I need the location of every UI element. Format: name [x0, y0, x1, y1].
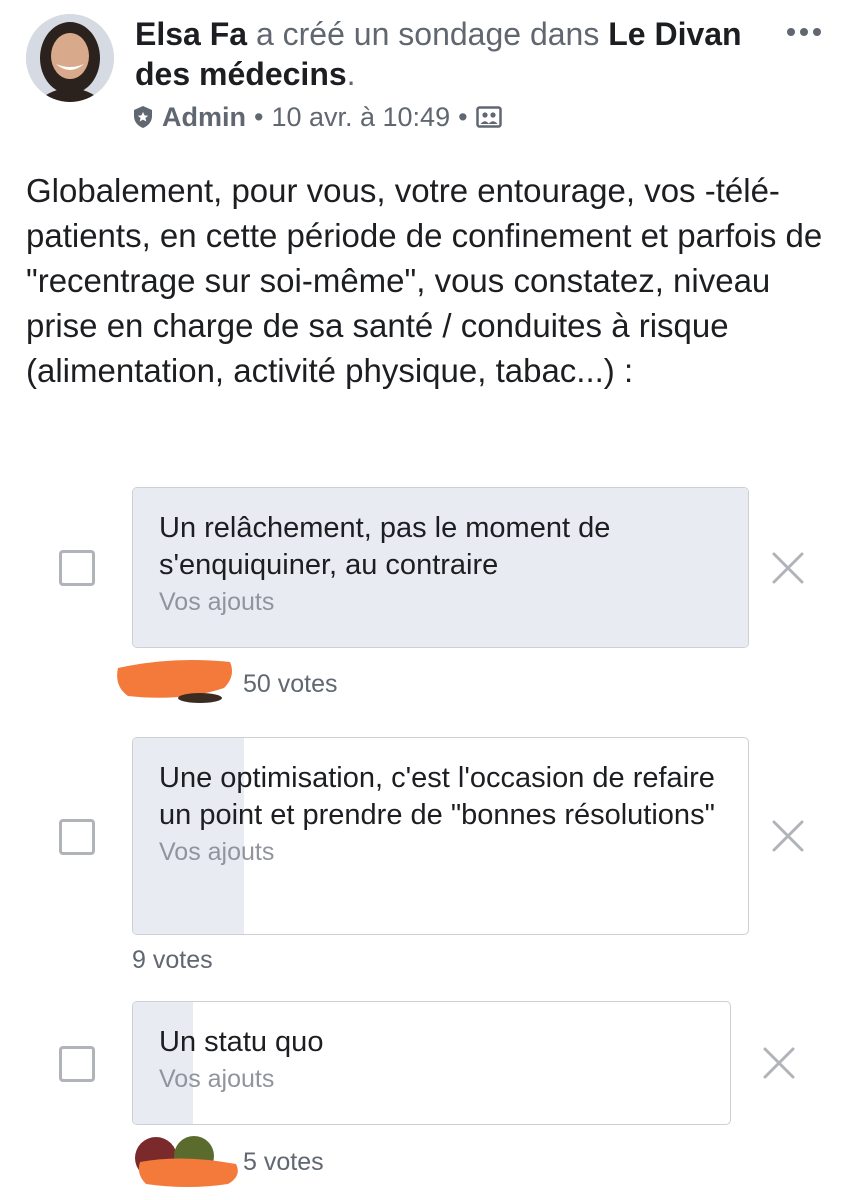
redaction-scribble: [135, 1136, 238, 1187]
option-1-voters-redacted: [112, 654, 236, 704]
option-2-votes[interactable]: 9 votes: [132, 946, 213, 975]
option-3-votes[interactable]: 5 votes: [243, 1148, 324, 1177]
redaction-scribble: [117, 660, 232, 703]
post-meta: Admin • 10 avr. à 10:49 •: [132, 100, 502, 134]
option-3-sub[interactable]: Vos ajouts: [159, 1061, 710, 1097]
option-2-checkbox[interactable]: [59, 819, 95, 855]
option-3-close-icon[interactable]: [762, 1046, 796, 1080]
option-1-sub[interactable]: Vos ajouts: [159, 584, 728, 620]
poll-option-1[interactable]: Un relâchement, pas le moment de s'enqui…: [132, 487, 749, 648]
group-audience-icon: [475, 106, 502, 128]
option-2-label: Une optimisation, c'est l'occasion de re…: [159, 762, 715, 831]
poll-option-2[interactable]: Une optimisation, c'est l'occasion de re…: [132, 737, 749, 935]
option-1-votes[interactable]: 50 votes: [243, 670, 338, 699]
author-avatar[interactable]: [26, 14, 114, 102]
poll-option-3[interactable]: Un statu quo Vos ajouts: [132, 1001, 731, 1125]
poll-question: Globalement, pour vous, votre entourage,…: [26, 172, 823, 389]
option-2-close-icon[interactable]: [771, 819, 805, 853]
person-avatar-icon: [26, 14, 114, 102]
option-1-close-icon[interactable]: [771, 551, 805, 585]
shield-icon: [134, 106, 152, 128]
option-1-checkbox[interactable]: [59, 550, 95, 586]
option-2-sub[interactable]: Vos ajouts: [159, 834, 728, 870]
option-3-checkbox[interactable]: [59, 1046, 95, 1082]
meta-separator-2: •: [458, 101, 468, 132]
meta-separator-1: •: [254, 101, 264, 132]
option-3-label: Un statu quo: [159, 1026, 324, 1058]
author-name[interactable]: Elsa Fa: [135, 16, 247, 52]
more-dots-icon[interactable]: [780, 18, 828, 46]
option-1-label: Un relâchement, pas le moment de s'enqui…: [159, 512, 611, 581]
post-timestamp[interactable]: 10 avr. à 10:49: [271, 102, 450, 133]
post-action: a créé un sondage dans: [255, 16, 600, 52]
post-header: Elsa Fa a créé un sondage dans Le Divan …: [135, 14, 775, 94]
author-role: Admin: [162, 101, 246, 132]
header-period: .: [346, 56, 356, 92]
option-3-voters-redacted: [132, 1134, 244, 1190]
